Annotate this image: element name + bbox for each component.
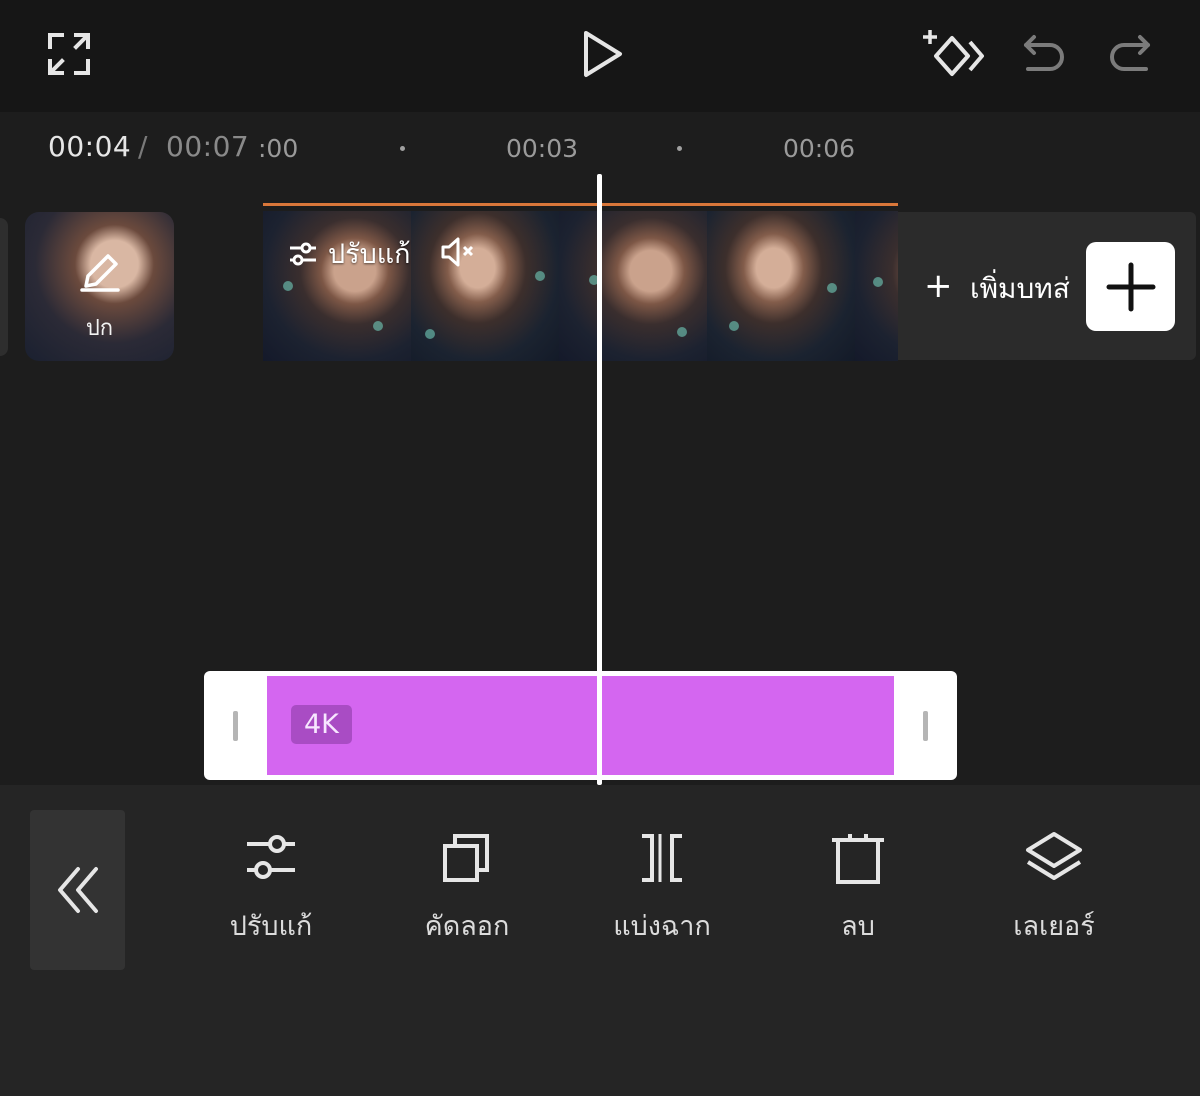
tool-label: ลบ — [841, 911, 875, 942]
keyframe-button[interactable] — [918, 24, 988, 84]
selected-overlay-clip[interactable]: 4K — [204, 671, 957, 780]
resolution-badge: 4K — [291, 705, 352, 744]
timeline-tick-label: :00 — [258, 134, 299, 163]
adjust-sliders-icon — [247, 835, 295, 879]
split-icon — [642, 834, 682, 882]
undo-icon — [1024, 35, 1064, 71]
play-icon — [584, 31, 622, 77]
overlay-clip-body — [267, 676, 894, 775]
tool-label: เลเยอร์ — [1013, 911, 1095, 942]
add-ending-plus: + — [924, 266, 953, 306]
video-frame-thumbnail — [411, 211, 559, 361]
undo-button[interactable] — [1018, 28, 1068, 80]
add-clip-button[interactable] — [1086, 242, 1175, 331]
clip-progress-line — [263, 203, 898, 206]
cover-label: ปก — [85, 316, 114, 341]
collapse-toolbar-button[interactable] — [30, 810, 125, 970]
edit-pen-icon — [79, 254, 120, 292]
delete-icon — [832, 834, 884, 884]
previous-track-edge[interactable] — [0, 218, 8, 356]
playhead[interactable] — [597, 174, 602, 785]
tool-delete-button[interactable]: ลบ — [783, 830, 933, 947]
clip-adjust-label: ปรับแก้ — [328, 239, 411, 270]
keyframe-add-icon — [923, 30, 984, 76]
tool-split-button[interactable]: แบ่งฉาก — [587, 830, 737, 947]
tool-layers-button[interactable]: เลเยอร์ — [979, 830, 1129, 947]
redo-button[interactable] — [1106, 28, 1156, 80]
cover-thumbnail[interactable]: ปก — [25, 212, 174, 361]
total-time: 00:07 — [166, 130, 250, 163]
video-frame-thumbnail — [707, 211, 855, 361]
video-frame-thumbnail — [559, 211, 707, 361]
time-separator: / — [138, 130, 148, 163]
timeline-tick-dot — [677, 146, 682, 151]
add-ending-label: เพิ่มบทส่ — [970, 272, 1070, 305]
copy-icon — [443, 834, 489, 882]
top-bar — [0, 0, 1200, 112]
trim-handle-right[interactable] — [923, 711, 928, 741]
plus-icon — [1106, 262, 1155, 311]
tool-label: ปรับแก้ — [229, 911, 313, 942]
video-frame-thumbnail — [855, 211, 898, 361]
mute-icon[interactable] — [440, 236, 476, 268]
tool-label: คัดลอก — [424, 911, 510, 942]
clip-adjust-tag[interactable]: ปรับแก้ — [288, 232, 411, 275]
timeline-tick-label: 00:03 — [506, 134, 579, 163]
tool-copy-button[interactable]: คัดลอก — [392, 830, 542, 947]
fullscreen-icon — [48, 33, 90, 75]
timeline-tick-dot — [400, 146, 405, 151]
tool-adjust-button[interactable]: ปรับแก้ — [196, 830, 346, 947]
current-time: 00:04 — [48, 130, 132, 163]
trim-handle-left[interactable] — [233, 711, 238, 741]
redo-icon — [1110, 35, 1150, 71]
double-chevron-left-icon — [57, 867, 98, 913]
layers-icon — [1026, 832, 1082, 880]
adjust-sliders-icon — [290, 242, 316, 265]
timeline-tick-label: 00:06 — [783, 134, 856, 163]
play-button[interactable] — [572, 26, 632, 82]
tool-label: แบ่งฉาก — [613, 911, 711, 942]
fullscreen-button[interactable] — [42, 28, 96, 80]
